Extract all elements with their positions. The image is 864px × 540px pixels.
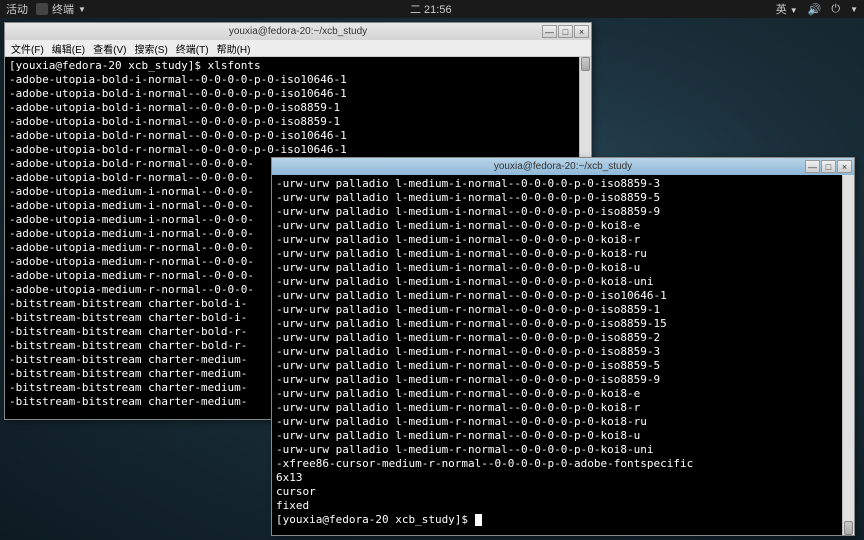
menu-item[interactable]: 文件(F): [9, 41, 46, 56]
terminal-output[interactable]: -urw-urw palladio l-medium-i-normal--0-0…: [272, 175, 854, 535]
clock[interactable]: 二 21:56: [86, 1, 776, 17]
ime-indicator[interactable]: 英 ▼: [776, 1, 798, 17]
titlebar[interactable]: youxia@fedora-20:~/xcb_study — □ ×: [5, 23, 591, 40]
scroll-thumb[interactable]: [581, 57, 590, 71]
minimize-button[interactable]: —: [805, 160, 820, 173]
active-app[interactable]: 终端 ▼: [36, 1, 86, 17]
chevron-down-icon: ▼: [78, 5, 86, 14]
power-icon[interactable]: ⏻: [831, 3, 840, 16]
activities-button[interactable]: 活动: [6, 1, 28, 17]
minimize-button[interactable]: —: [542, 25, 557, 38]
maximize-button[interactable]: □: [558, 25, 573, 38]
terminal-window-2: youxia@fedora-20:~/xcb_study — □ × -urw-…: [271, 157, 855, 536]
window-title: youxia@fedora-20:~/xcb_study: [272, 161, 854, 172]
chevron-down-icon: ▼: [850, 5, 858, 14]
scrollbar[interactable]: [842, 175, 854, 535]
menubar: 文件(F) 编辑(E) 查看(V) 搜索(S) 终端(T) 帮助(H): [5, 40, 591, 57]
close-button[interactable]: ×: [837, 160, 852, 173]
maximize-button[interactable]: □: [821, 160, 836, 173]
close-button[interactable]: ×: [574, 25, 589, 38]
menu-item[interactable]: 终端(T): [174, 41, 211, 56]
window-title: youxia@fedora-20:~/xcb_study: [5, 26, 591, 37]
menu-item[interactable]: 搜索(S): [132, 41, 169, 56]
menu-item[interactable]: 编辑(E): [50, 41, 87, 56]
scroll-thumb[interactable]: [844, 521, 853, 535]
titlebar[interactable]: youxia@fedora-20:~/xcb_study — □ ×: [272, 158, 854, 175]
menu-item[interactable]: 查看(V): [91, 41, 128, 56]
menu-item[interactable]: 帮助(H): [215, 41, 253, 56]
cursor: [475, 514, 482, 526]
volume-icon[interactable]: 🔊: [808, 3, 822, 16]
terminal-icon: [36, 3, 48, 15]
gnome-topbar: 活动 终端 ▼ 二 21:56 英 ▼ 🔊 ⏻ ▼: [0, 0, 864, 18]
